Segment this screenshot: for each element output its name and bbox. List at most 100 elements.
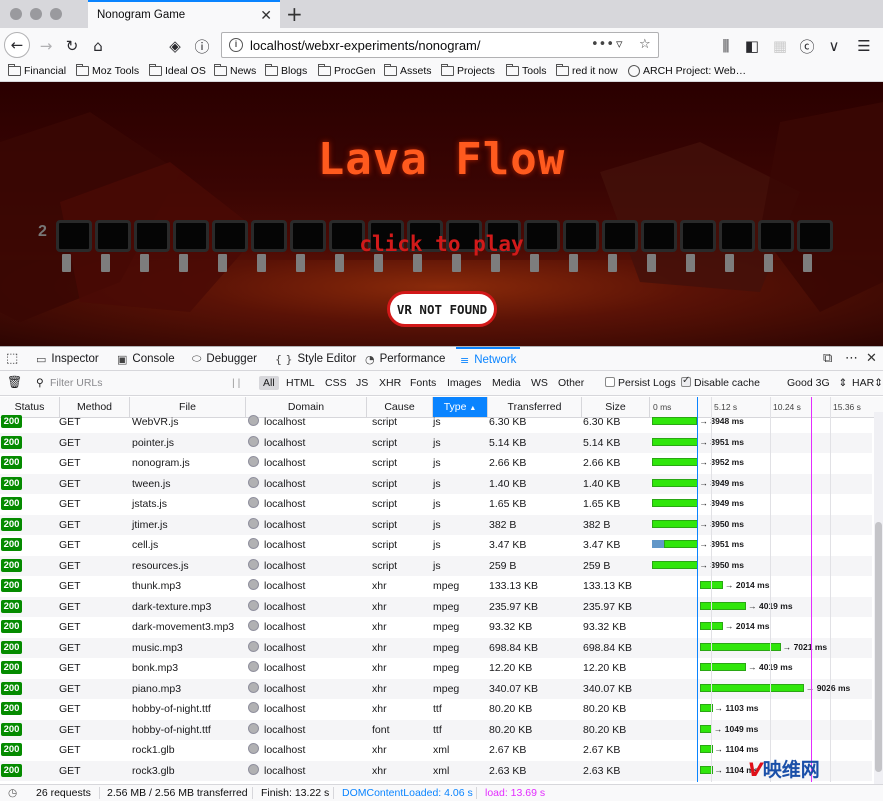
close-tab-icon[interactable]: ✕	[260, 7, 272, 24]
tab-debugger[interactable]: ⬭ Debugger	[192, 347, 257, 371]
table-row[interactable]: 200 GET WebVR.js localhost script js 6.30 KB 6.…	[0, 412, 872, 433]
pick-element-icon[interactable]: ⬚	[6, 351, 18, 366]
zoom-window-icon[interactable]	[50, 8, 62, 20]
layers-icon[interactable]: ◈	[163, 34, 187, 58]
table-row[interactable]: 200 GET cell.js localhost script js 3.47 KB 3.4…	[0, 535, 872, 556]
table-row[interactable]: 200 GET pointer.js localhost script js 5.14 KB…	[0, 432, 872, 453]
column-clue-peg: 1	[335, 254, 344, 272]
globe-icon	[248, 476, 259, 488]
table-row[interactable]: 200 GET music.mp3 localhost xhr mpeg 698.84 KB…	[0, 637, 872, 658]
table-row[interactable]: 200 GET nonogram.js localhost script js 2.66 K…	[0, 453, 872, 474]
extension-v-icon[interactable]: ∨	[822, 34, 846, 58]
request-transferred: 1.65 KB	[489, 498, 527, 510]
table-row[interactable]: 200 GET hobby-of-night.ttf localhost font ttf…	[0, 719, 872, 740]
filter-media[interactable]: Media	[492, 377, 521, 389]
separator	[333, 787, 334, 799]
tab-console[interactable]: ▣ Console	[117, 347, 175, 371]
filter-other[interactable]: Other	[558, 377, 584, 389]
performance-analysis-icon[interactable]: ◷	[8, 787, 17, 799]
vr-not-found-button[interactable]: VR NOT FOUND	[387, 291, 497, 327]
table-row[interactable]: 200 GET resources.js localhost script js 259 B…	[0, 555, 872, 576]
filter-images[interactable]: Images	[447, 377, 481, 389]
request-transferred: 2.66 KB	[489, 457, 527, 469]
url-text[interactable]: localhost/webxr-experiments/nonogram/	[250, 38, 481, 53]
extension-icon[interactable]: ▦	[768, 34, 792, 58]
table-row[interactable]: 200 GET tween.js localhost script js 1.40 KB 1.…	[0, 473, 872, 494]
game-title: Lava Flow	[317, 134, 566, 185]
browser-tab[interactable]: Nonogram Game ✕	[88, 0, 280, 29]
dock-icon[interactable]: ⧉	[823, 351, 832, 366]
filter-ws[interactable]: WS	[531, 377, 548, 389]
click-to-play-text[interactable]: click to play	[0, 232, 883, 256]
disable-cache-checkbox[interactable]: Disable cache	[681, 375, 760, 389]
library-icon[interactable]: ⫼	[714, 34, 738, 58]
table-row[interactable]: 200 GET rock1.glb localhost xhr xml 2.67 KB 2.6…	[0, 740, 872, 761]
timing-label: → 9026 ms	[805, 682, 851, 693]
table-row[interactable]: 200 GET jtimer.js localhost script js 382 B 382…	[0, 514, 872, 535]
bookmark-star-icon[interactable]: ☆	[639, 37, 651, 52]
pocket-icon[interactable]: ▿	[616, 37, 623, 52]
bookmark-projects[interactable]: Projects	[441, 64, 495, 77]
har-menu[interactable]: HAR⇕	[852, 377, 883, 389]
minimize-window-icon[interactable]	[30, 8, 42, 20]
table-row[interactable]: 200 GET thunk.mp3 localhost xhr mpeg 133.13 KB…	[0, 576, 872, 597]
close-window-icon[interactable]	[10, 8, 22, 20]
account-icon[interactable]: ⓒ	[795, 34, 819, 58]
filter-css[interactable]: CSS	[325, 377, 347, 389]
request-method: GET	[59, 559, 81, 572]
table-row[interactable]: 200 GET bonk.mp3 localhost xhr mpeg 12.20 KB 12…	[0, 658, 872, 679]
request-transferred: 6.30 KB	[489, 416, 527, 428]
new-tab-button[interactable]: +	[286, 2, 303, 26]
back-button[interactable]: ←	[4, 32, 30, 58]
bookmark-arch-project[interactable]: ARCH Project: Web…	[628, 65, 746, 77]
more-options-icon[interactable]: ⋯	[845, 351, 858, 366]
menu-icon[interactable]: ☰	[852, 34, 876, 58]
info-icon[interactable]: ⓘ	[190, 34, 214, 58]
bookmark-moz-tools[interactable]: Moz Tools	[76, 64, 139, 77]
close-devtools-icon[interactable]: ✕	[866, 351, 877, 366]
trash-icon[interactable]: 🗑	[7, 375, 22, 389]
scrollbar-thumb[interactable]	[875, 522, 882, 772]
table-row[interactable]: 200 GET dark-movement3.mp3 localhost xhr mpeg…	[0, 617, 872, 638]
table-row[interactable]: 200 GET jstats.js localhost script js 1.65 KB 1…	[0, 494, 872, 515]
bookmark-red-it-now[interactable]: red it now	[556, 64, 618, 77]
tab-inspector[interactable]: ▭ Inspector	[36, 347, 99, 371]
filter-all[interactable]: All	[259, 376, 279, 390]
request-type: xml	[433, 744, 450, 756]
tab-network[interactable]: ≡ Network	[456, 347, 521, 371]
throttle-select[interactable]: Good 3G ⇕	[787, 377, 847, 389]
forward-button[interactable]: →	[34, 34, 58, 58]
filter-html[interactable]: HTML	[286, 377, 315, 389]
bookmark-procgen[interactable]: ProcGen	[318, 64, 375, 77]
bookmark-tools[interactable]: Tools	[506, 64, 547, 77]
request-file: thunk.mp3	[132, 580, 182, 592]
sidebar-icon[interactable]: ◧	[740, 34, 764, 58]
filter-urls-input[interactable]: Filter URLs	[50, 377, 103, 389]
bookmark-news[interactable]: News	[214, 64, 256, 77]
reload-button[interactable]: ↻	[60, 34, 84, 58]
site-info-icon[interactable]: i	[229, 38, 243, 52]
table-row[interactable]: 200 GET dark-texture.mp3 localhost xhr mpeg 23…	[0, 596, 872, 617]
filter-xhr[interactable]: XHR	[379, 377, 401, 389]
game-canvas[interactable]: Lava Flow 2 11111111111111111111 click t…	[0, 82, 883, 346]
bookmark-ideal-os[interactable]: Ideal OS	[149, 64, 206, 77]
request-list-scrollbar[interactable]	[874, 412, 883, 784]
request-type: js	[433, 436, 441, 449]
table-row[interactable]: 200 GET piano.mp3 localhost xhr mpeg 340.07 KB…	[0, 678, 872, 699]
filter-fonts[interactable]: Fonts	[410, 377, 436, 389]
url-bar[interactable]: i localhost/webxr-experiments/nonogram/ …	[221, 32, 659, 58]
filter-js[interactable]: JS	[356, 377, 368, 389]
table-row[interactable]: 200 GET rock3.glb localhost xhr xml 2.63 KB 2.6…	[0, 760, 872, 781]
bookmark-blogs[interactable]: Blogs	[265, 64, 307, 77]
page-actions-icon[interactable]: •••	[591, 37, 614, 52]
globe-icon	[248, 661, 259, 672]
tab-performance[interactable]: ◔ Performance	[365, 347, 445, 371]
table-row[interactable]: 200 GET hobby-of-night.ttf localhost xhr ttf 8…	[0, 699, 872, 720]
tab-style-editor[interactable]: { } Style Editor	[275, 347, 356, 371]
home-button[interactable]: ⌂	[86, 34, 110, 58]
bookmark-financial[interactable]: Financial	[8, 64, 66, 77]
persist-logs-checkbox[interactable]: Persist Logs	[605, 377, 676, 389]
pause-icon[interactable]: | |	[232, 377, 240, 389]
column-clue-peg: 1	[62, 254, 71, 272]
bookmark-assets[interactable]: Assets	[384, 64, 432, 77]
